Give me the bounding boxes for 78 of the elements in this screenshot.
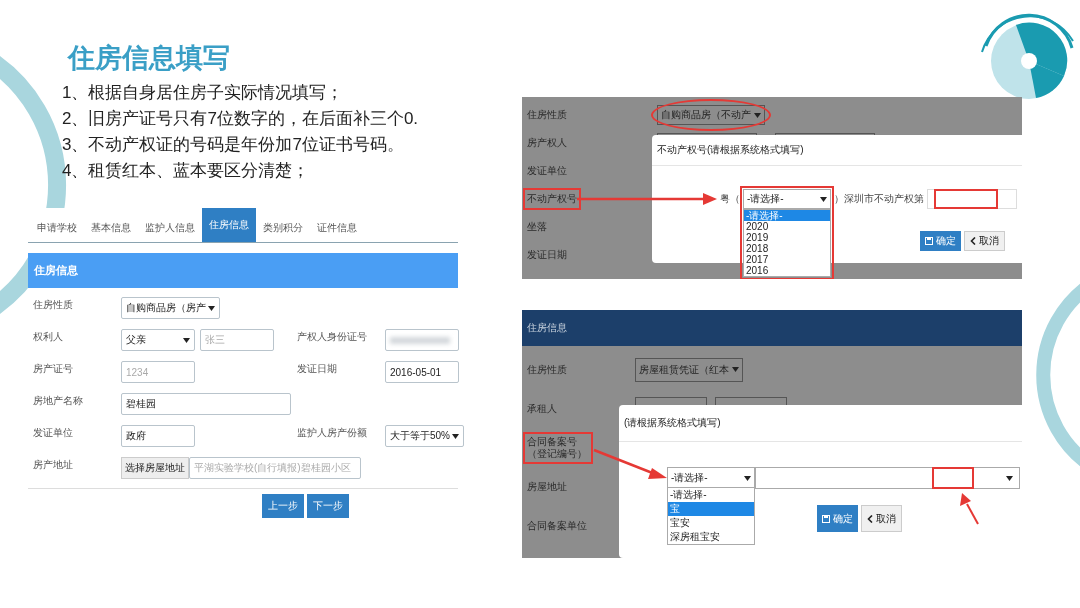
field-label: 住房性质: [527, 108, 568, 122]
select-field[interactable]: -请选择-: [743, 189, 831, 209]
dropdown-option[interactable]: 宝安: [668, 516, 754, 530]
prefix-text: 粤（: [720, 192, 740, 206]
field-label: 坐落: [527, 220, 548, 234]
dropdown-option[interactable]: 深房租宝安: [668, 530, 754, 544]
certificate-text: ）深圳市不动产权第: [834, 192, 924, 206]
save-icon: [822, 514, 830, 523]
tab[interactable]: 基本信息: [84, 214, 138, 242]
select-field[interactable]: [755, 467, 1020, 489]
field-label: 住房性质: [33, 298, 74, 312]
tab[interactable]: 证件信息: [310, 214, 364, 242]
slide-title: 住房信息填写: [68, 42, 231, 75]
dropdown-option[interactable]: 2019: [744, 232, 830, 243]
section-header: 住房信息: [28, 253, 458, 288]
select-field[interactable]: 父亲: [121, 329, 195, 351]
field-label: 房产证号: [33, 362, 74, 376]
cancel-button[interactable]: 取消: [964, 231, 1005, 251]
blurred-value: [390, 336, 450, 344]
caret-icon: [1006, 475, 1013, 481]
caret-icon: [744, 475, 751, 481]
instruction-note: 4、租赁红本、蓝本要区分清楚；: [62, 160, 311, 182]
caret-icon: [208, 305, 215, 311]
field-label: 发证单位: [33, 426, 74, 440]
input-field[interactable]: 政府: [121, 425, 195, 447]
field-label: 住房性质: [527, 362, 568, 377]
dialog-title: 不动产权号(请根据系统格式填写): [652, 135, 1022, 166]
dropdown-option[interactable]: -请选择-: [744, 210, 830, 221]
dropdown-option[interactable]: 宝: [668, 502, 754, 516]
input-field[interactable]: 2016-05-01: [385, 361, 459, 383]
tab[interactable]: 类别积分: [256, 214, 310, 242]
field-label: 权利人: [33, 330, 64, 344]
input-field[interactable]: [927, 189, 1017, 209]
select-field[interactable]: 自购商品房（不动产: [657, 105, 765, 125]
dropdown-option[interactable]: 2020: [744, 221, 830, 232]
confirm-button[interactable]: 确定: [817, 505, 858, 532]
dropdown-option[interactable]: 2017: [744, 254, 830, 265]
field-label: 承租人: [527, 401, 558, 416]
field-label: 房屋地址: [527, 479, 568, 494]
select-field[interactable]: 大于等于50%: [385, 425, 464, 447]
caret-icon: [452, 433, 459, 439]
field-label: 产权人身份证号: [297, 330, 368, 344]
tab[interactable]: 住房信息: [202, 208, 256, 242]
select-field[interactable]: 房屋租赁凭证（红本: [635, 357, 743, 382]
callout-arrow: [960, 493, 979, 525]
confirm-button[interactable]: 确定: [920, 231, 961, 251]
field-label: 监护人房产份额: [297, 426, 368, 440]
caret-icon: [754, 112, 761, 118]
instruction-note: 3、不动产权证的号码是年份加7位证书号码。: [62, 134, 405, 156]
tab[interactable]: 申请学校: [30, 214, 84, 242]
dropdown-option[interactable]: 2018: [744, 243, 830, 254]
select-address-button[interactable]: 选择房屋地址: [121, 457, 189, 479]
caret-icon: [820, 196, 827, 202]
field-label: 合同备案单位: [527, 518, 588, 533]
chevron-left-icon: [970, 237, 976, 245]
instruction-note: 2、旧房产证号只有7位数字的，在后面补三个0.: [62, 108, 420, 130]
field-label: 发证单位: [527, 164, 568, 178]
field-label: 房地产名称: [33, 394, 84, 408]
dropdown-option[interactable]: 2016: [744, 265, 830, 276]
dropdown-option[interactable]: -请选择-: [668, 488, 754, 502]
field-label: 发证日期: [297, 362, 338, 376]
step-button[interactable]: 下一步: [307, 494, 349, 518]
field-label: 发证日期: [527, 248, 568, 262]
field-label: 房产权人: [527, 136, 568, 150]
input-field[interactable]: 碧桂园: [121, 393, 291, 415]
dialog-title: (请根据系统格式填写): [619, 405, 1022, 442]
instruction-note: 1、根据自身居住房子实际情况填写；: [62, 82, 345, 104]
cancel-button[interactable]: 取消: [861, 505, 902, 532]
field-label: 房产地址: [33, 458, 74, 472]
step-button[interactable]: 上一步: [262, 494, 304, 518]
caret-icon: [183, 337, 190, 343]
tab[interactable]: 监护人信息: [138, 214, 202, 242]
select-field[interactable]: 自购商品房（房产: [121, 297, 220, 319]
input-field[interactable]: [385, 329, 459, 351]
chevron-left-icon: [867, 514, 873, 523]
section-header: 住房信息: [522, 310, 1022, 346]
caret-icon: [732, 367, 739, 372]
save-icon: [925, 237, 933, 245]
